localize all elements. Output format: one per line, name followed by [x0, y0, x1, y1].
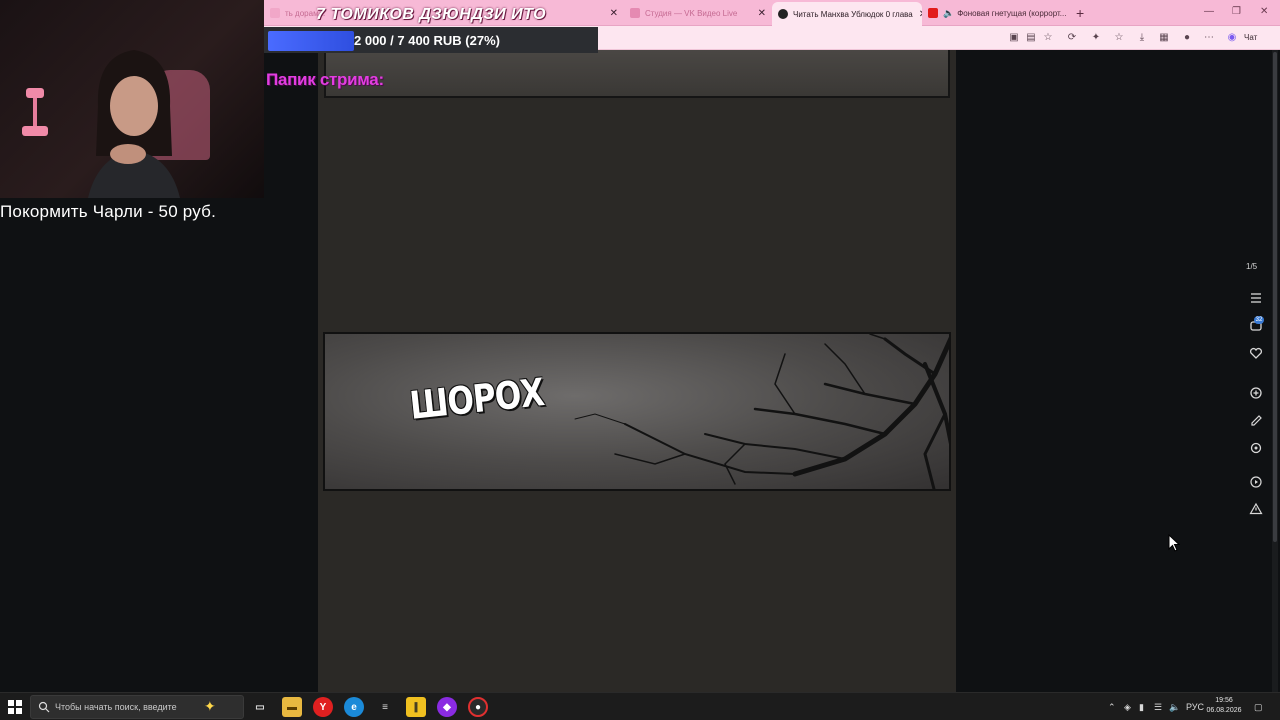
scrollbar-thumb[interactable] [1273, 52, 1277, 542]
yandex-browser-icon[interactable]: Y [313, 697, 333, 717]
add-bookmark-icon[interactable] [1248, 385, 1264, 401]
new-tab-button[interactable]: + [1076, 5, 1084, 21]
mouse-cursor-icon [1168, 534, 1180, 552]
volume-icon[interactable]: 🔈 [1169, 702, 1180, 713]
comments-count-badge: 32 [1254, 316, 1264, 324]
notifications-icon[interactable]: ▢ [1254, 702, 1263, 713]
favorites-icon[interactable]: ☆ [1113, 32, 1125, 44]
manhwa-favicon-icon [778, 9, 788, 19]
settings-gear-icon[interactable] [1248, 440, 1264, 456]
tab-label: Студия — VK Видео Live [645, 8, 738, 18]
reader-mode-icon[interactable]: ▣ [1008, 32, 1020, 44]
tab-close-icon[interactable]: ✕ [752, 8, 766, 19]
tray-app-icon[interactable]: ◈ [1124, 702, 1131, 713]
top-donor-label: Папик стрима: [266, 70, 384, 89]
screenshot-icon[interactable]: ▦ [1158, 32, 1170, 44]
taskbar-clock[interactable]: 19:56 06.08.2026 [1206, 696, 1242, 716]
youtube-favicon-icon [928, 8, 938, 18]
bookmark-star-icon[interactable]: ☆ [1042, 32, 1054, 44]
page-icon[interactable]: ▤ [1025, 32, 1037, 44]
more-menu-icon[interactable]: ⋯ [1203, 32, 1215, 44]
network-icon[interactable]: ☰ [1154, 702, 1162, 713]
tab-close-icon[interactable]: ✕ [913, 9, 922, 20]
report-warning-icon[interactable] [1248, 501, 1264, 517]
close-window-button[interactable]: ✕ [1260, 6, 1268, 17]
stream-goal-title: 7 ТОМИКОВ ДЗЮНДЗИ ИТО [316, 6, 547, 23]
edit-pencil-icon[interactable] [1248, 413, 1264, 429]
notes-app-icon[interactable]: ≡ [375, 697, 395, 717]
manhwa-panel-top [324, 50, 950, 98]
pink-lamp-icon [22, 88, 48, 136]
tray-usb-icon[interactable]: ▮ [1139, 702, 1144, 713]
file-explorer-icon[interactable]: ▬ [282, 697, 302, 717]
search-highlight-icon: ✦ [204, 698, 216, 714]
purple-app-icon[interactable]: ◆ [437, 697, 457, 717]
webcam-feed [0, 0, 264, 198]
tab-label: Читать Манхва Ублюдок 0 глава [793, 9, 913, 19]
donation-goal-fill [268, 31, 354, 51]
tab-manhwa[interactable]: Читать Манхва Ублюдок 0 глава ✕ [772, 2, 922, 26]
windows-start-icon[interactable] [8, 700, 22, 714]
tab-close-icon[interactable]: ✕ [604, 8, 618, 19]
alice-assistant-icon[interactable]: ◉ [1226, 32, 1238, 44]
vk-favicon-icon [630, 8, 640, 18]
refresh-icon[interactable]: ⟳ [1066, 32, 1078, 44]
clock-time: 19:56 [1215, 697, 1233, 704]
edge-browser-icon[interactable]: e [344, 697, 364, 717]
donation-alert-text: Покормить Чарли - 50 руб. [0, 202, 216, 221]
profile-icon[interactable]: ● [1181, 32, 1193, 44]
speaker-icon: 🔈 [943, 7, 955, 18]
download-icon[interactable]: ⤓ [1136, 32, 1148, 44]
tab-label: Фоновая гнетущая (коррорт... [957, 8, 1067, 18]
tab-favicon-icon [270, 8, 280, 18]
tray-expand-icon[interactable]: ⌃ [1108, 702, 1116, 713]
chapters-list-icon[interactable] [1248, 290, 1264, 306]
page-left-margin [0, 230, 318, 692]
extension-icon[interactable]: ✦ [1090, 32, 1102, 44]
page-right-margin [956, 50, 1280, 692]
obs-icon[interactable]: ● [468, 697, 488, 717]
minimize-button[interactable]: — [1204, 6, 1214, 17]
chat-button[interactable]: Чат [1244, 33, 1257, 42]
task-view-icon[interactable]: ▭ [250, 697, 270, 717]
language-indicator[interactable]: РУС [1186, 702, 1204, 712]
clock-date: 06.08.2026 [1206, 707, 1242, 714]
streamer-silhouette [88, 50, 180, 198]
tab-vk-live[interactable]: Студия — VK Видео Live ✕ [624, 3, 772, 23]
yellow-app-icon[interactable]: ∥ [406, 697, 426, 717]
donation-goal-text: 2 000 / 7 400 RUB (27%) [354, 33, 500, 48]
play-icon[interactable] [1248, 474, 1264, 490]
search-placeholder: Чтобы начать поиск, введите [55, 702, 177, 712]
favorite-heart-icon[interactable] [1248, 345, 1264, 361]
page-counter: 1/5 [1246, 262, 1258, 271]
tab-close-icon[interactable]: ✕ [1066, 8, 1072, 19]
tab-background-music[interactable]: 🔈 Фоновая гнетущая (коррорт... ✕ [922, 3, 1072, 23]
maximize-button[interactable]: ❐ [1232, 6, 1241, 17]
search-icon [38, 701, 50, 713]
